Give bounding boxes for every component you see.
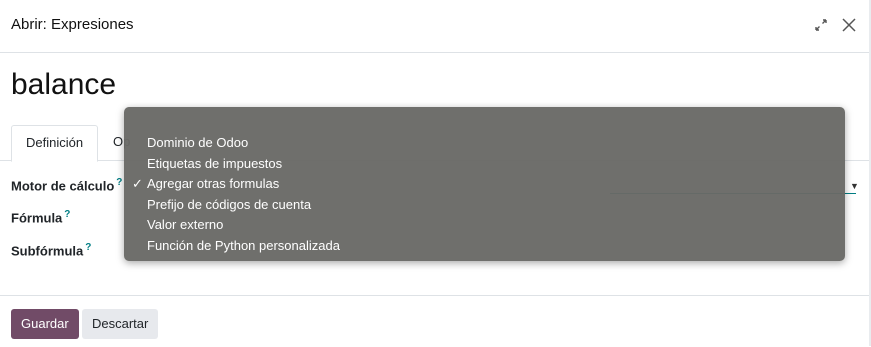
engine-label-text: Motor de cálculo — [11, 178, 115, 194]
subformula-label: Subfórmula? — [11, 242, 91, 258]
caret-down-icon[interactable]: ▼ — [850, 181, 859, 191]
help-icon[interactable]: ? — [85, 242, 91, 253]
dropdown-option[interactable]: Dominio de Odoo — [147, 135, 248, 150]
option-label: Prefijo de códigos de cuenta — [147, 197, 312, 212]
dropdown-option[interactable]: Prefijo de códigos de cuenta — [147, 197, 311, 212]
dialog-title: Abrir: Expresiones — [11, 16, 134, 33]
dropdown-option-selected[interactable]: ✓ Agregar otras formulas — [132, 176, 280, 191]
dialog-header: Abrir: Expresiones — [0, 0, 869, 53]
record-title: balance — [11, 68, 117, 101]
formula-label: Fórmula? — [11, 209, 70, 225]
tab-definition[interactable]: Definición — [11, 125, 99, 162]
option-label: Dominio de Odoo — [147, 135, 249, 150]
help-icon[interactable]: ? — [64, 209, 70, 220]
engine-label: Motor de cálculo? — [11, 177, 122, 193]
subformula-label-text: Subfórmula — [11, 243, 84, 259]
help-icon[interactable]: ? — [116, 177, 122, 188]
discard-button[interactable]: Descartar — [82, 309, 159, 339]
dropdown-option[interactable]: Función de Python personalizada — [147, 238, 340, 253]
expand-button[interactable] — [810, 14, 832, 36]
close-icon — [842, 18, 856, 32]
option-label: Agregar otras formulas — [147, 176, 280, 191]
option-label: Etiquetas de impuestos — [147, 156, 283, 171]
option-label: Función de Python personalizada — [147, 238, 340, 253]
expand-icon — [815, 19, 827, 31]
formula-label-text: Fórmula — [11, 210, 63, 226]
checkmark-icon: ✓ — [132, 176, 143, 191]
engine-dropdown-menu: Dominio de Odoo Etiquetas de impuestos ✓… — [124, 107, 845, 261]
close-button[interactable] — [838, 14, 860, 36]
option-label: Valor externo — [147, 217, 224, 232]
save-button[interactable]: Guardar — [11, 309, 79, 339]
dropdown-option[interactable]: Valor externo — [147, 217, 223, 232]
dropdown-option[interactable]: Etiquetas de impuestos — [147, 156, 282, 171]
